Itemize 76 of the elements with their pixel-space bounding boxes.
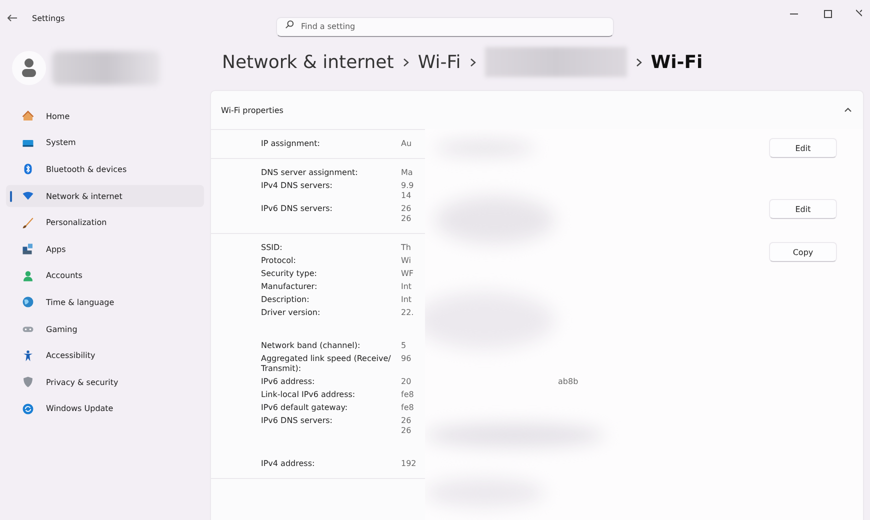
breadcrumb-link[interactable]: Wi-Fi xyxy=(418,52,461,72)
shield-icon xyxy=(22,376,34,388)
sidebar-item[interactable]: Home xyxy=(6,105,204,128)
property-label: Link-local IPv6 address: xyxy=(261,390,356,400)
sidebar-item[interactable]: Time & language xyxy=(6,291,204,314)
property-label: DNS server assignment: xyxy=(261,168,359,178)
property-label: Description: xyxy=(261,295,310,305)
wifi-icon xyxy=(22,190,34,202)
bluetooth-icon xyxy=(22,163,34,176)
breadcrumb-link[interactable]: Network & internet xyxy=(222,52,394,72)
property-label: Security type: xyxy=(261,269,318,279)
person-icon xyxy=(22,270,34,282)
property-value: 5 xyxy=(401,341,408,351)
search-icon xyxy=(285,20,294,28)
sidebar-item[interactable]: Accessibility xyxy=(6,344,204,367)
maximize-icon[interactable] xyxy=(822,8,834,20)
avatar xyxy=(12,51,46,85)
property-value: Int xyxy=(401,282,413,292)
chevron-icon xyxy=(636,58,642,66)
property-label: IPv4 DNS servers: xyxy=(261,181,334,192)
property-label: SSID: xyxy=(261,243,284,253)
sidebar-item[interactable]: Windows Update xyxy=(6,398,204,420)
property-value: Th xyxy=(401,243,412,253)
brush-icon xyxy=(22,216,34,229)
chevron-icon xyxy=(470,58,476,66)
card-title: Wi-Fi properties xyxy=(221,106,284,114)
property-value: Wi xyxy=(401,256,412,266)
property-value: ab8b xyxy=(558,377,578,387)
sidebar-item[interactable]: Bluetooth & devices xyxy=(6,158,204,181)
property-value: WF xyxy=(401,269,415,279)
sidebar-item[interactable]: Accounts xyxy=(6,264,204,288)
property-label: Network band (channel): xyxy=(261,341,362,351)
property-label: Protocol: xyxy=(261,256,297,266)
back-icon[interactable] xyxy=(6,12,18,24)
property-label: Manufacturer: xyxy=(261,282,318,292)
property-label: IPv4 address: xyxy=(261,459,316,469)
sidebar-item[interactable]: Privacy & security xyxy=(6,370,204,394)
page-title: Wi-Fi xyxy=(650,52,703,72)
property-value: 22. xyxy=(401,308,415,318)
property-value: fe8 xyxy=(401,390,415,400)
property-label: IPv6 default gateway: xyxy=(261,403,349,413)
home-icon xyxy=(22,110,34,122)
property-value: 26 xyxy=(401,214,412,224)
globe-icon xyxy=(22,296,34,308)
property-value: 20 xyxy=(401,377,412,387)
sidebar-item[interactable]: Apps xyxy=(6,238,204,261)
chevron-icon xyxy=(402,58,409,66)
edit-button[interactable]: Edit xyxy=(769,199,837,219)
sidebar-item[interactable]: Personalization xyxy=(6,211,204,234)
update-icon xyxy=(22,402,34,415)
property-value: 192 xyxy=(401,459,418,469)
copy-button[interactable]: Copy xyxy=(769,242,837,262)
accessibility-icon xyxy=(22,350,34,362)
property-value: 26 xyxy=(401,426,412,436)
property-label: IPv6 address: xyxy=(261,377,316,387)
property-value: 14 xyxy=(401,191,412,201)
apps-icon xyxy=(22,243,34,256)
property-value: 26 xyxy=(401,204,412,214)
sidebar-item[interactable]: System xyxy=(6,132,204,154)
property-value: 26 xyxy=(401,416,412,426)
property-label: IPv6 DNS servers: xyxy=(261,416,334,427)
property-value: Au xyxy=(401,139,413,149)
property-value: Int xyxy=(401,295,413,305)
property-value: 96 xyxy=(401,354,412,364)
property-value: fe8 xyxy=(401,403,415,413)
sidebar-item[interactable]: Gaming xyxy=(6,318,204,340)
sidebar-item[interactable]: Network & internet xyxy=(6,184,204,208)
search-field[interactable]: Find a setting xyxy=(276,16,614,36)
window-title: Settings xyxy=(32,14,65,22)
property-value: Ma xyxy=(401,168,414,178)
edit-button[interactable]: Edit xyxy=(769,138,837,158)
property-label: Driver version: xyxy=(261,308,322,318)
property-value: 9.9 xyxy=(401,181,415,191)
property-label: IPv6 DNS servers: xyxy=(261,204,334,215)
property-label: Aggregated link speed (Receive/ Transmit): xyxy=(261,354,392,374)
property-label: IP assignment: xyxy=(261,139,321,149)
